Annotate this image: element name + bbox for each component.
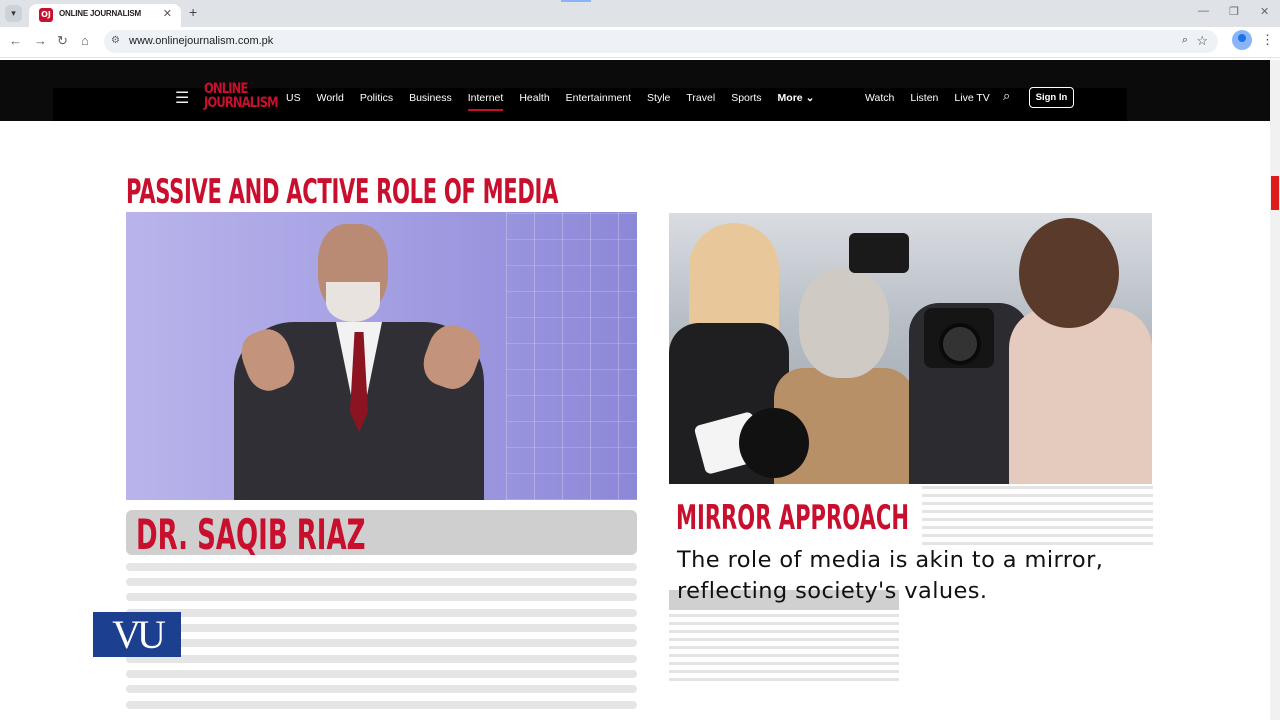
browser-menu-icon[interactable]: ⋮: [1261, 32, 1274, 48]
microphone-icon: [739, 408, 809, 478]
nav-link-health[interactable]: Health: [519, 92, 549, 104]
url-text[interactable]: www.onlinejournalism.com.pk: [129, 35, 273, 47]
browser-tab-strip: ▾ OJ ONLINE JOURNALISM ✕ + — ❐ ✕: [0, 0, 1280, 27]
nav-link-style[interactable]: Style: [647, 92, 670, 104]
zoom-icon[interactable]: ⌕: [1182, 34, 1188, 47]
profile-avatar[interactable]: [1232, 30, 1252, 50]
nav-link-travel[interactable]: Travel: [686, 92, 715, 104]
hamburger-menu-icon[interactable]: ☰: [175, 88, 189, 108]
presenter-name: DR. SAQIB RIAZ: [136, 510, 366, 559]
nav-link-world[interactable]: World: [317, 92, 344, 104]
site-logo[interactable]: ONLINE JOURNALISM: [204, 81, 279, 111]
new-tab-icon[interactable]: +: [189, 4, 197, 20]
placeholder-lines-right-bottom: [669, 614, 899, 682]
vu-logo: VU: [93, 612, 181, 657]
placeholder-text-lines: [126, 563, 637, 713]
bookmark-star-icon[interactable]: ☆: [1196, 33, 1208, 49]
tab-indicator: [561, 0, 591, 2]
nav-link-internet[interactable]: Internet: [467, 92, 503, 111]
nav-link-politics[interactable]: Politics: [360, 92, 393, 104]
background-grid: [506, 212, 637, 500]
scrollbar-thumb[interactable]: [1271, 176, 1279, 210]
presenter-beard: [326, 282, 380, 322]
address-bar[interactable]: ⚙ www.onlinejournalism.com.pk ⌕ ☆: [104, 30, 1218, 53]
journalists-photo: [669, 213, 1152, 484]
secondary-nav: Watch Listen Live TV: [865, 92, 1006, 104]
presenter-video-frame: [126, 212, 637, 500]
placeholder-lines-right-top: [922, 486, 1153, 546]
nav-link-business[interactable]: Business: [409, 92, 452, 104]
primary-nav: US World Politics Business Internet Heal…: [286, 92, 815, 111]
section-description: The role of media is akin to a mirror, r…: [677, 545, 1157, 607]
restore-icon[interactable]: ❐: [1229, 5, 1239, 18]
nav-link-live-tv[interactable]: Live TV: [954, 92, 989, 104]
video-camera-icon: [849, 233, 909, 273]
nav-link-watch[interactable]: Watch: [865, 92, 894, 104]
logo-line-2: JOURNALISM: [204, 95, 279, 111]
minimize-icon[interactable]: —: [1198, 5, 1209, 17]
nav-link-entertainment[interactable]: Entertainment: [566, 92, 631, 104]
description-line-1: The role of media is akin to a mirror,: [677, 547, 1104, 573]
nav-more-label: More: [777, 92, 803, 104]
page-scrollbar[interactable]: [1270, 60, 1280, 720]
logo-line-1: ONLINE: [204, 81, 248, 97]
nav-more-button[interactable]: More ⌄: [778, 92, 815, 104]
journalist-4-body: [1009, 308, 1152, 484]
tab-search-menu-icon[interactable]: ▾: [5, 5, 22, 22]
search-icon[interactable]: ⌕: [1003, 88, 1010, 104]
forward-icon[interactable]: →: [34, 33, 47, 48]
nav-link-listen[interactable]: Listen: [910, 92, 938, 104]
sign-in-button[interactable]: Sign In: [1029, 87, 1074, 108]
camera-lens: [939, 323, 981, 365]
back-icon[interactable]: ←: [9, 33, 22, 48]
browser-tab[interactable]: OJ ONLINE JOURNALISM ✕: [29, 4, 181, 27]
browser-toolbar: ← → ↻ ⌂ ⚙ www.onlinejournalism.com.pk ⌕ …: [0, 27, 1280, 58]
tab-title: ONLINE JOURNALISM: [59, 9, 141, 18]
close-window-icon[interactable]: ✕: [1260, 5, 1269, 18]
tab-close-icon[interactable]: ✕: [163, 7, 172, 20]
nav-link-sports[interactable]: Sports: [731, 92, 761, 104]
journalist-4-hair: [1019, 218, 1119, 328]
site-info-icon[interactable]: ⚙: [111, 35, 120, 46]
site-header: [0, 60, 1270, 121]
chevron-down-icon: ⌄: [805, 92, 815, 104]
home-icon[interactable]: ⌂: [81, 33, 89, 48]
nav-link-us[interactable]: US: [286, 92, 301, 104]
journalist-2-head: [799, 268, 889, 378]
page-headline: PASSIVE AND ACTIVE ROLE OF MEDIA: [126, 172, 559, 212]
description-line-2: reflecting society's values.: [677, 578, 988, 604]
reload-icon[interactable]: ↻: [57, 33, 68, 49]
section-title: MIRROR APPROACH: [676, 498, 910, 538]
site-favicon-icon: OJ: [39, 8, 53, 22]
